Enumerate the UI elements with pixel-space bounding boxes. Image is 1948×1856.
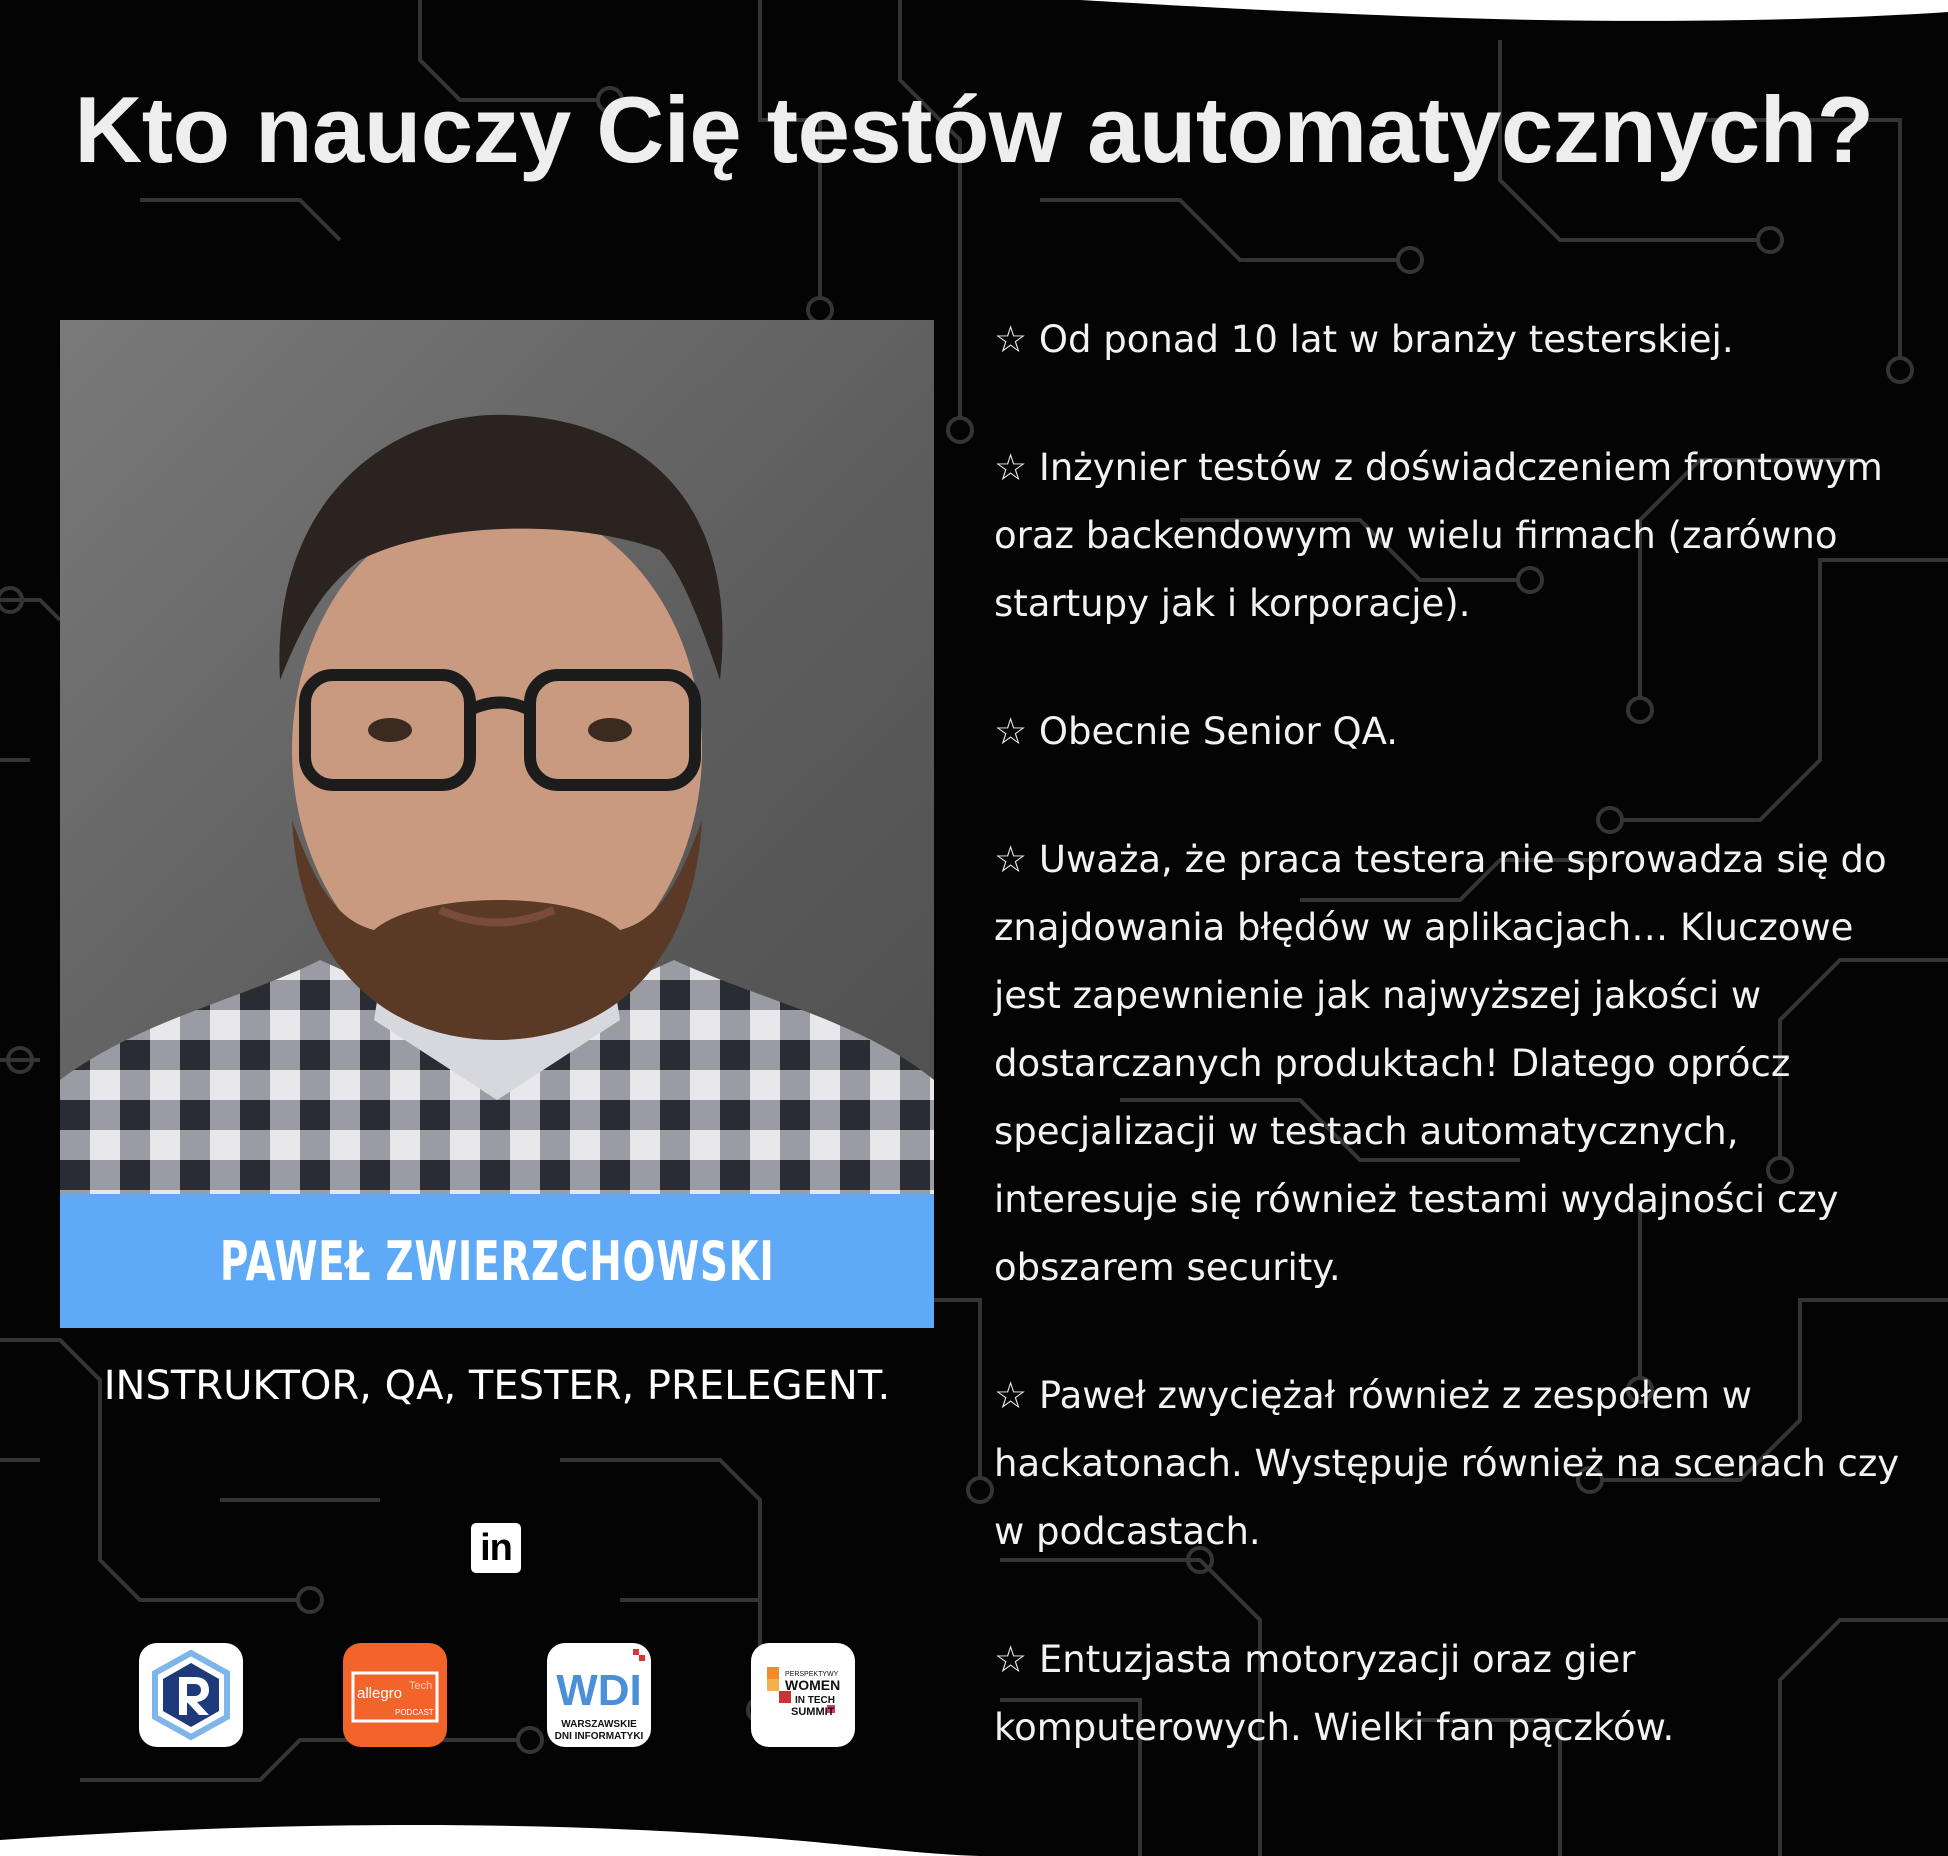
speaker-name: PAWEŁ ZWIERZCHOWSKI (219, 1229, 775, 1293)
linkedin-label: in (480, 1526, 513, 1569)
wdi-line1: WARSZAWSKIE (561, 1719, 637, 1730)
wdi-line2: DNI INFORMATYKI (555, 1731, 644, 1742)
portrait-illustration (60, 414, 934, 1194)
bio-list: ☆ Od ponad 10 lat w branży testerskiej. … (994, 306, 1924, 1822)
r-logo-icon[interactable] (139, 1643, 243, 1747)
speaker-card: Kto nauczy Cię testów automatycznych? PA… (0, 0, 1948, 1856)
profile-photo (60, 320, 934, 1194)
allegro-main: allegro (357, 1685, 402, 1702)
bio-item: ☆ Obecnie Senior QA. (994, 710, 1399, 753)
wit-line3: IN TECH (795, 1695, 835, 1706)
wdi-logo[interactable]: WDI WARSZAWSKIE DNI INFORMATYKI (547, 1643, 651, 1747)
top-wave (1080, 0, 1948, 21)
wit-line4: SUMMIT (791, 1706, 835, 1718)
wdi-main: WDI (556, 1666, 642, 1715)
bio-item: ☆ Uważa, że praca testera nie sprowadza … (994, 838, 1887, 1289)
bio-item: ☆ Inżynier testów z doświadczeniem front… (994, 446, 1883, 625)
bio-item: ☆ Paweł zwyciężał również z zespołem w h… (994, 1374, 1900, 1553)
allegro-tech-podcast-logo[interactable]: allegro Tech PODCAST (343, 1643, 447, 1747)
bio-item: ☆ Entuzjasta motoryzacji oraz gier kompu… (994, 1638, 1675, 1749)
wit-line2: WOMEN (785, 1677, 840, 1693)
bottom-wave (0, 1825, 980, 1856)
allegro-sub: PODCAST (395, 1708, 434, 1717)
women-in-tech-summit-logo[interactable]: PERSPEKTYWY WOMEN IN TECH SUMMIT (751, 1643, 855, 1747)
name-banner: PAWEŁ ZWIERZCHOWSKI (60, 1194, 934, 1328)
page-title: Kto nauczy Cię testów automatycznych? (74, 77, 1874, 182)
bio-item: ☆ Od ponad 10 lat w branży testerskiej. (994, 318, 1734, 361)
linkedin-icon[interactable]: in (471, 1523, 521, 1573)
speaker-role: INSTRUKTOR, QA, TESTER, PRELEGENT. (103, 1363, 891, 1409)
partner-logos: allegro Tech PODCAST WDI WARSZAWSKIE DNI… (139, 1643, 855, 1747)
allegro-suffix: Tech (409, 1680, 432, 1692)
